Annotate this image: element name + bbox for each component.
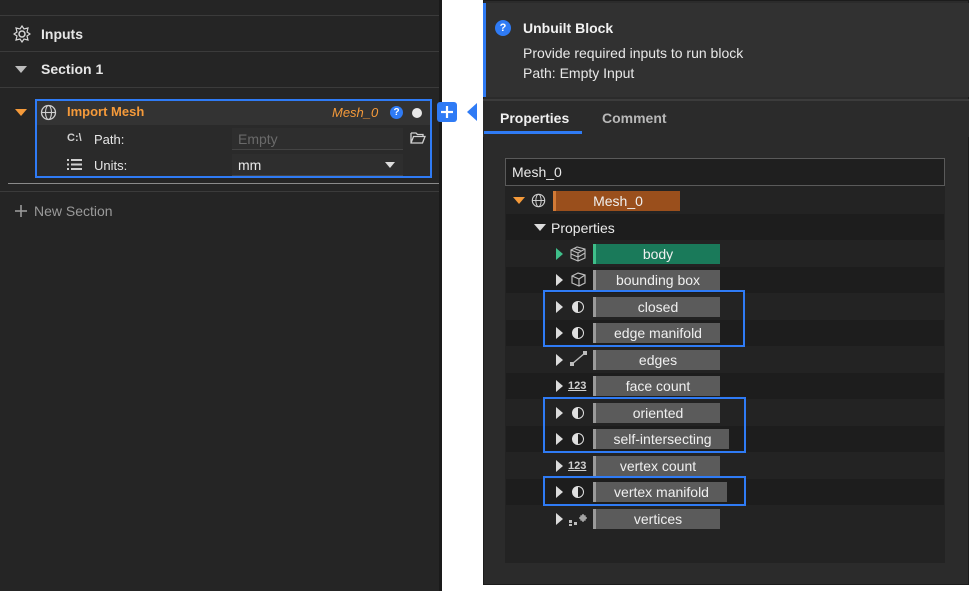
panel-splitter[interactable] (439, 0, 442, 591)
path-input[interactable]: Empty (232, 128, 403, 150)
expand-arrow-icon[interactable] (556, 274, 563, 286)
inputs-label: Inputs (41, 26, 83, 42)
section-end-line (8, 183, 439, 184)
divider (0, 87, 439, 88)
block-output-name[interactable]: Mesh_0 (332, 105, 378, 120)
body-mesh-icon (570, 246, 586, 262)
property-chip-body[interactable]: body (593, 244, 720, 264)
plus-icon (441, 106, 453, 118)
tab-properties[interactable]: Properties (500, 110, 569, 126)
plus-icon (15, 205, 27, 217)
add-block-button[interactable] (437, 102, 457, 122)
inputs-icon (13, 25, 31, 43)
highlight-box (543, 397, 746, 453)
expand-arrow-icon[interactable] (556, 513, 563, 525)
units-label: Units: (94, 158, 128, 173)
chevron-down-icon[interactable] (385, 162, 395, 168)
expand-arrow-icon[interactable] (513, 197, 525, 204)
highlight-box (543, 290, 745, 347)
divider (0, 191, 439, 192)
tooltip-line2: Path: Empty Input (523, 65, 635, 81)
tree-search-value: Mesh_0 (512, 164, 562, 180)
path-drive-icon: C:\ (67, 132, 82, 144)
tree-search-input[interactable]: Mesh_0 (505, 158, 945, 186)
help-icon: ? (495, 20, 511, 36)
collapse-arrow-icon[interactable] (15, 66, 27, 73)
tooltip-line1: Provide required inputs to run block (523, 45, 744, 61)
number-icon: 123 (568, 460, 587, 472)
tooltip-pointer-icon (467, 103, 477, 121)
path-label: Path: (94, 132, 125, 147)
vertices-icon (569, 514, 587, 526)
left-panel (0, 0, 439, 591)
highlight-box (543, 476, 746, 506)
property-chip-bounding-box[interactable]: bounding box (593, 270, 720, 290)
expand-arrow-icon[interactable] (556, 354, 563, 366)
property-chip-face-count[interactable]: face count (593, 376, 720, 396)
property-chip-vertices[interactable]: vertices (593, 509, 720, 529)
tooltip-title: Unbuilt Block (523, 20, 614, 36)
root-chip[interactable]: Mesh_0 (553, 191, 680, 211)
globe-icon (531, 193, 546, 208)
property-chip-edges[interactable]: edges (593, 350, 720, 370)
inputs-header[interactable]: Inputs (0, 18, 439, 51)
property-chip-vertex-count[interactable]: vertex count (593, 456, 720, 476)
number-icon: 123 (568, 380, 587, 392)
edge-icon (570, 351, 587, 366)
bounding-box-icon (571, 272, 586, 287)
divider (0, 15, 439, 16)
expand-arrow-icon[interactable] (556, 380, 563, 392)
status-dot-icon (412, 108, 422, 118)
expand-arrow-icon[interactable] (556, 248, 563, 260)
section-header[interactable]: Section 1 (0, 53, 439, 85)
folder-open-icon[interactable] (410, 131, 426, 145)
divider (0, 51, 439, 52)
units-select[interactable]: mm (232, 154, 403, 176)
new-section-button[interactable]: New Section (0, 198, 200, 224)
block-title: Import Mesh (67, 104, 145, 119)
expand-arrow-icon[interactable] (534, 224, 546, 231)
block-collapse-arrow-icon[interactable] (15, 109, 27, 116)
group-label: Properties (551, 220, 615, 236)
new-section-label: New Section (34, 203, 113, 219)
globe-icon (40, 104, 57, 121)
help-icon[interactable]: ? (390, 106, 403, 119)
units-select-value: mm (238, 157, 262, 173)
active-tab-indicator (484, 131, 582, 134)
expand-arrow-icon[interactable] (556, 460, 563, 472)
tab-comment[interactable]: Comment (602, 110, 667, 126)
section-title: Section 1 (41, 61, 104, 77)
list-icon (67, 159, 82, 170)
